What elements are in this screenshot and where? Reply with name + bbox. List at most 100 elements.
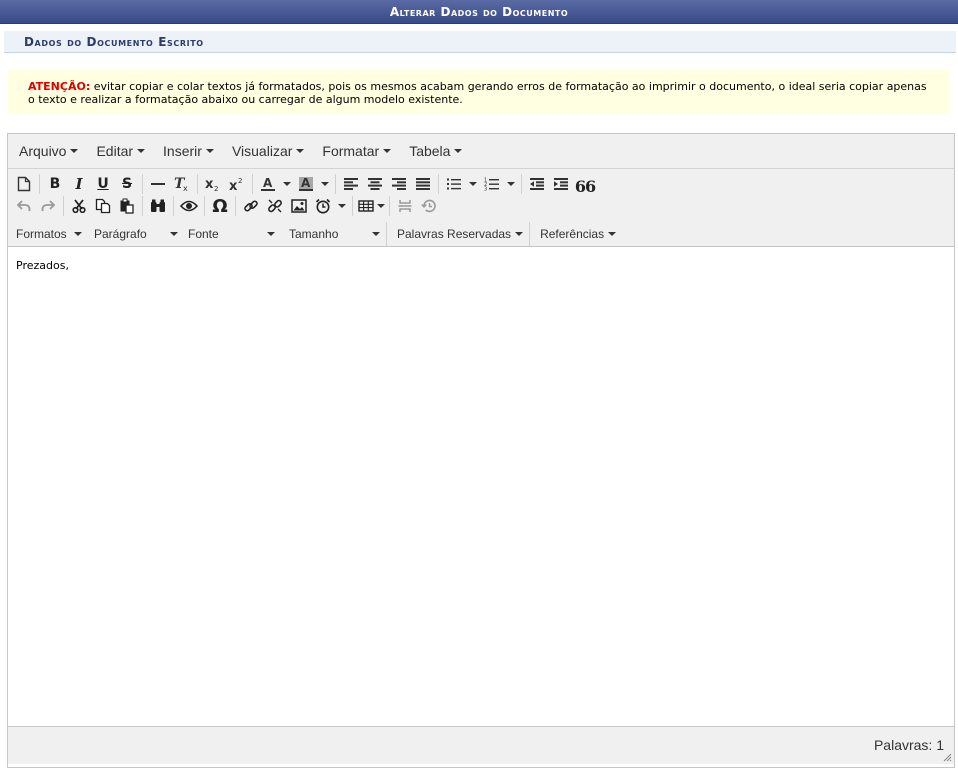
resize-handle-icon[interactable] — [942, 752, 952, 762]
italic-glyph: I — [75, 175, 83, 193]
italic-icon[interactable]: I — [67, 173, 91, 195]
paragraph-select[interactable]: Parágrafo — [90, 222, 182, 246]
menu-format[interactable]: Formatar — [317, 143, 401, 159]
font-select-label: Fonte — [188, 227, 219, 241]
menu-table[interactable]: Tabela — [404, 143, 472, 159]
chevron-down-icon — [338, 204, 346, 208]
font-size-select[interactable]: Tamanho — [285, 222, 384, 246]
insert-link-icon[interactable] — [239, 195, 263, 217]
menu-insert-label: Inserir — [163, 143, 202, 159]
justify-icon[interactable] — [411, 173, 435, 195]
page-title: Alterar Dados do Documento — [389, 5, 569, 19]
references-label: Referências — [540, 227, 605, 241]
editor-content[interactable]: Prezados, — [8, 247, 954, 726]
toolbar-divider — [529, 222, 531, 246]
toolbar-divider — [438, 174, 439, 194]
warning-box: ATENÇÃO: evitar copiar e colar textos já… — [8, 70, 950, 114]
toolbar-divider — [204, 196, 205, 216]
new-document-icon[interactable] — [12, 173, 36, 195]
special-character-icon[interactable]: Ω — [208, 195, 232, 217]
numbered-list-icon[interactable]: 123 — [480, 173, 504, 195]
formats-select[interactable]: Formatos — [12, 222, 86, 246]
align-left-icon[interactable] — [339, 173, 363, 195]
font-select[interactable]: Fonte — [184, 222, 279, 246]
warning-label: ATENÇÃO: — [28, 80, 91, 93]
chevron-down-icon — [137, 149, 146, 153]
strikethrough-icon[interactable]: S — [115, 173, 139, 195]
warning-text: evitar copiar e colar textos já formatad… — [28, 80, 927, 106]
underline-icon[interactable]: U — [91, 173, 115, 195]
reserved-words-button[interactable]: Palavras Reservadas — [393, 222, 527, 246]
text-color-dropdown[interactable] — [280, 173, 294, 195]
toolbar-divider — [235, 196, 236, 216]
outdent-icon[interactable] — [525, 173, 549, 195]
formats-select-label: Formatos — [16, 227, 67, 241]
toolbar-divider — [173, 196, 174, 216]
insert-datetime-icon[interactable] — [311, 195, 335, 217]
bold-icon[interactable]: B — [43, 173, 67, 195]
chevron-down-icon — [283, 182, 291, 186]
chevron-down-icon — [515, 232, 524, 236]
menu-file[interactable]: Arquivo — [14, 143, 88, 159]
underline-glyph: U — [97, 176, 109, 192]
menu-insert[interactable]: Inserir — [158, 143, 224, 159]
subscript-icon[interactable]: x2 — [201, 173, 225, 195]
toolbar-row-2: Ω — [12, 195, 954, 217]
quote-glyph: 66 — [574, 177, 596, 196]
chevron-down-icon — [383, 149, 392, 153]
numbered-list-dropdown[interactable] — [504, 173, 518, 195]
restore-draft-icon[interactable] — [417, 195, 441, 217]
toolbar-divider — [252, 174, 253, 194]
rich-text-editor: Arquivo Editar Inserir Visualizar Format… — [7, 133, 955, 768]
align-center-icon[interactable] — [363, 173, 387, 195]
toolbar-divider — [335, 174, 336, 194]
horizontal-rule-icon[interactable] — [146, 173, 170, 195]
table-icon[interactable] — [356, 195, 376, 217]
svg-text:A: A — [301, 176, 311, 190]
superscript-icon[interactable]: x2 — [225, 173, 249, 195]
bullet-list-dropdown[interactable] — [466, 173, 480, 195]
chevron-down-icon — [170, 232, 178, 236]
menu-edit[interactable]: Editar — [91, 143, 155, 159]
blockquote-icon[interactable]: 66 — [573, 173, 597, 195]
editor-paragraph[interactable]: Prezados, — [16, 259, 946, 272]
editor-toolbar: B I U S Tx x2 x2 A A 1 2 3 66 Ω Formatos… — [8, 169, 954, 247]
chevron-down-icon — [507, 182, 515, 186]
copy-icon[interactable] — [91, 195, 115, 217]
bullet-list-icon[interactable] — [442, 173, 466, 195]
menu-view[interactable]: Visualizar — [227, 143, 314, 159]
menu-format-label: Formatar — [322, 143, 380, 159]
redo-icon[interactable] — [36, 195, 60, 217]
preview-icon[interactable] — [177, 195, 201, 217]
background-color-dropdown[interactable] — [318, 173, 332, 195]
cut-icon[interactable] — [67, 195, 91, 217]
chevron-down-icon — [70, 149, 79, 153]
table-dropdown[interactable] — [376, 195, 386, 217]
background-color-icon[interactable]: A — [294, 173, 318, 195]
undo-icon[interactable] — [12, 195, 36, 217]
text-color-icon[interactable]: A — [256, 173, 280, 195]
clear-formatting-icon[interactable]: Tx — [170, 173, 194, 195]
bold-glyph: B — [49, 176, 61, 192]
toolbar-divider — [142, 196, 143, 216]
chevron-down-icon — [469, 182, 477, 186]
toolbar-divider — [352, 196, 353, 216]
svg-text:2: 2 — [238, 177, 242, 185]
indent-icon[interactable] — [549, 173, 573, 195]
insert-image-icon[interactable] — [287, 195, 311, 217]
menu-view-label: Visualizar — [231, 143, 293, 159]
section-header: Dados do Documento Escrito — [4, 31, 956, 53]
find-replace-icon[interactable] — [146, 195, 170, 217]
chevron-down-icon — [321, 182, 329, 186]
datetime-dropdown[interactable] — [335, 195, 349, 217]
toolbar-divider — [521, 174, 522, 194]
align-right-icon[interactable] — [387, 173, 411, 195]
page-break-icon[interactable] — [393, 195, 417, 217]
chevron-down-icon — [267, 232, 275, 236]
references-button[interactable]: Referências — [536, 222, 620, 246]
paste-icon[interactable] — [115, 195, 139, 217]
toolbar-divider — [386, 222, 387, 246]
paragraph-select-label: Parágrafo — [94, 227, 147, 241]
reserved-words-label: Palavras Reservadas — [397, 227, 512, 241]
remove-link-icon[interactable] — [263, 195, 287, 217]
